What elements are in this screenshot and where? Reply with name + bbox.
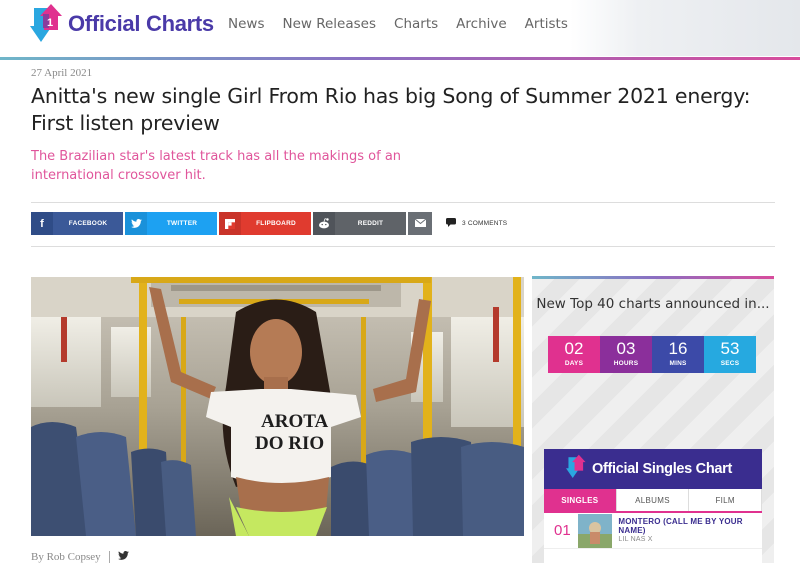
timer-hours-unit: HOURS [613, 360, 639, 367]
share-flipboard-button[interactable]: FLIPBOARD [219, 212, 311, 235]
comment-bubble-icon [446, 218, 456, 229]
timer-mins-unit: MINS [669, 360, 687, 367]
share-facebook-label: FACEBOOK [68, 220, 108, 227]
timer-days-unit: DAYS [564, 360, 584, 367]
twitter-icon [125, 212, 147, 235]
byline-author[interactable]: By Rob Copsey [31, 551, 101, 563]
header-background-blur [570, 0, 800, 56]
header-gradient-rule [0, 57, 800, 60]
byline-twitter-icon[interactable] [117, 551, 129, 563]
byline-separator [108, 551, 110, 563]
site-logo[interactable]: 1 Official Charts [30, 4, 214, 44]
chart-tabs: SINGLES ALBUMS FILM [544, 489, 763, 513]
share-flipboard-label: FLIPBOARD [256, 220, 296, 227]
article-standfirst: The Brazilian star's latest track has al… [31, 149, 402, 183]
share-reddit-label: REDDIT [357, 220, 384, 227]
nav-archive[interactable]: Archive [456, 16, 507, 32]
article-headline: Anitta's new single Girl From Rio has bi… [31, 84, 751, 135]
timer-days: 02 DAYS [548, 336, 600, 373]
timer-mins-value: 16 [668, 339, 688, 358]
tab-albums[interactable]: ALBUMS [616, 489, 690, 511]
chart-widget-title: Official Singles Chart [592, 461, 733, 477]
countdown-title: New Top 40 charts announced in... [536, 296, 770, 312]
sidebar-gradient-rule [532, 276, 774, 279]
chart-entry-artist: LIL NAS X [618, 536, 653, 543]
timer-days-value: 02 [564, 339, 584, 358]
email-icon [414, 218, 426, 229]
share-facebook-button[interactable]: f FACEBOOK [31, 212, 123, 235]
comments-link[interactable]: 3 COMMENTS [446, 218, 507, 229]
share-twitter-label: TWITTER [166, 220, 198, 227]
chart-entry-position: 01 [554, 522, 571, 539]
tab-film[interactable]: FILM [689, 489, 763, 511]
svg-text:1: 1 [47, 17, 53, 29]
comments-count: 3 COMMENTS [462, 220, 508, 227]
singles-chart-widget: Official Singles Chart SINGLES ALBUMS FI… [544, 449, 763, 563]
official-charts-logo-icon [566, 454, 588, 485]
timer-mins: 16 MINS [652, 336, 704, 373]
chart-entry[interactable]: 01 MONTERO (CALL ME BY YOUR NAME) LIL NA… [544, 513, 762, 549]
share-twitter-button[interactable]: TWITTER [125, 212, 217, 235]
share-divider-bottom [31, 246, 775, 247]
article-date: 27 April 2021 [31, 67, 93, 79]
nav-news[interactable]: News [228, 16, 264, 32]
chart-entry-meta: MONTERO (CALL ME BY YOUR NAME) LIL NAS X [618, 517, 762, 544]
nav-artists[interactable]: Artists [525, 16, 568, 32]
shirt-text-line1: AROTA [261, 411, 328, 432]
share-divider-top [31, 202, 775, 203]
shirt-text-line2: DO RIO [255, 433, 324, 454]
nav-charts[interactable]: Charts [394, 16, 438, 32]
nav-new-releases[interactable]: New Releases [282, 16, 376, 32]
logo-text: Official Charts [68, 11, 214, 36]
official-charts-logo-icon: 1 [30, 4, 66, 44]
sidebar: New Top 40 charts announced in... 02 DAY… [532, 276, 774, 563]
chart-entry-artwork [578, 513, 613, 548]
timer-secs-value: 53 [720, 339, 740, 358]
timer-hours-value: 03 [616, 339, 636, 358]
timer-secs: 53 SECS [704, 336, 756, 373]
tab-singles[interactable]: SINGLES [544, 489, 617, 511]
chart-widget-header[interactable]: Official Singles Chart [544, 449, 762, 489]
chart-entry-title: MONTERO (CALL ME BY YOUR NAME) [618, 517, 743, 535]
share-reddit-button[interactable]: REDDIT [313, 212, 406, 235]
timer-hours: 03 HOURS [600, 336, 652, 373]
main-nav: News New Releases Charts Archive Artists [228, 16, 568, 32]
flipboard-icon [219, 212, 241, 235]
reddit-icon [313, 212, 335, 235]
byline: By Rob Copsey [31, 551, 129, 563]
hero-image: AROTA DO RIO [31, 277, 524, 536]
timer-secs-unit: SECS [720, 360, 740, 367]
facebook-icon: f [31, 212, 53, 235]
countdown-timer: 02 DAYS 03 HOURS 16 MINS 53 SECS [548, 336, 756, 373]
share-email-button[interactable] [408, 212, 432, 235]
site-header: 1 Official Charts News New Releases Char… [0, 0, 800, 56]
